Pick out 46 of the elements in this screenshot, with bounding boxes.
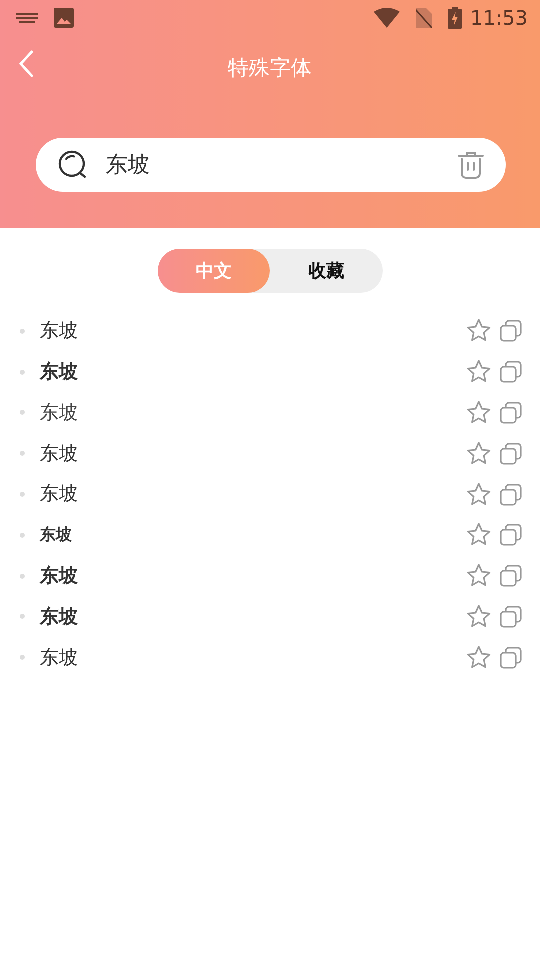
star-icon[interactable]	[466, 440, 492, 467]
keyboard-icon	[16, 12, 38, 24]
tab[interactable]: 收藏	[270, 249, 382, 293]
star-icon[interactable]	[466, 482, 492, 508]
font-sample: 东坡	[40, 360, 78, 385]
bullet-dot	[20, 451, 25, 456]
image-icon	[54, 8, 74, 28]
bullet-dot	[20, 532, 25, 538]
bullet-dot	[20, 574, 25, 579]
bullet-dot	[20, 410, 25, 416]
copy-icon[interactable]	[500, 646, 522, 669]
copy-icon[interactable]	[500, 606, 522, 628]
copy-icon[interactable]	[500, 524, 522, 546]
font-sample: 东坡	[40, 442, 78, 467]
bullet-dot	[20, 370, 25, 375]
bullet-dot	[20, 492, 25, 498]
font-sample: 东坡	[40, 646, 78, 671]
font-sample: 东坡	[40, 319, 78, 344]
bullet-dot	[20, 614, 25, 620]
copy-icon[interactable]	[500, 442, 522, 465]
font-sample: 东坡	[40, 604, 78, 630]
font-sample: 东坡	[40, 400, 78, 426]
copy-icon[interactable]	[500, 565, 522, 588]
copy-icon[interactable]	[500, 484, 522, 506]
font-sample: 东坡	[40, 564, 78, 589]
search-field[interactable]: 东坡	[36, 138, 506, 192]
wifi-icon	[374, 8, 400, 28]
battery-icon	[448, 7, 462, 29]
bullet-dot	[20, 655, 25, 660]
font-sample: 东坡	[40, 482, 78, 508]
search-icon	[58, 150, 88, 180]
bullet-dot	[20, 328, 25, 334]
no-sim-icon	[416, 8, 432, 28]
clock-time: 11:53	[470, 5, 528, 32]
font-sample: 东坡	[40, 524, 72, 546]
page-title: 特殊字体	[228, 55, 312, 82]
copy-icon[interactable]	[500, 320, 522, 342]
star-icon[interactable]	[466, 400, 492, 426]
search-input[interactable]: 东坡	[104, 148, 458, 182]
star-icon[interactable]	[466, 644, 492, 671]
back-icon	[18, 50, 34, 78]
copy-icon[interactable]	[500, 361, 522, 384]
copy-icon[interactable]	[500, 402, 522, 424]
trash-icon[interactable]	[458, 151, 484, 179]
star-icon[interactable]	[466, 604, 492, 630]
back-button[interactable]	[18, 48, 34, 80]
